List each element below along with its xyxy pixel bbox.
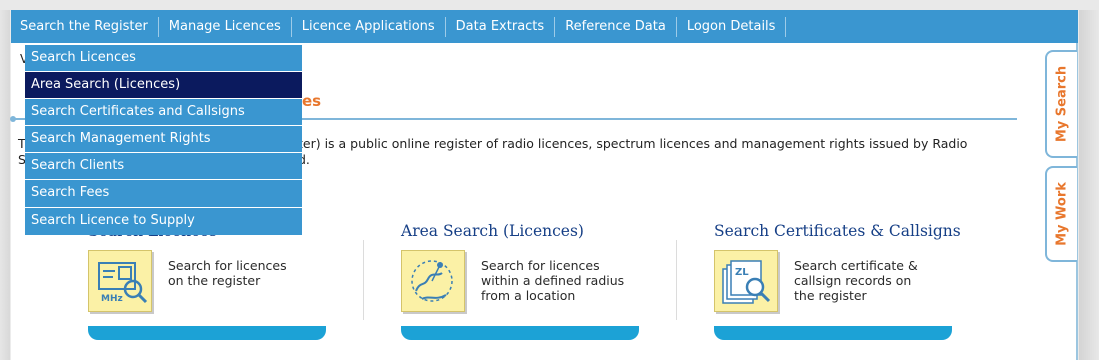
card-title[interactable]: Area Search (Licences) <box>401 222 584 240</box>
page-title-fragment: es <box>302 92 322 110</box>
svg-text:MHz: MHz <box>101 294 123 304</box>
side-tab-my-search[interactable]: My Search <box>1045 50 1077 158</box>
menu-item-search-licence-to-supply[interactable]: Search Licence to Supply <box>25 208 302 235</box>
menu-item-search-fees[interactable]: Search Fees <box>25 180 302 208</box>
intro-line1-text: ter) is a public online register of radi… <box>298 136 968 151</box>
menu-item-search-clients[interactable]: Search Clients <box>25 153 302 181</box>
menu-item-search-licences[interactable]: Search Licences <box>25 45 302 73</box>
top-strip <box>0 0 1099 10</box>
card-description: Search for licences on the register <box>168 258 287 288</box>
menu-item-search-certificates-callsigns[interactable]: Search Certificates and Callsigns <box>25 99 302 127</box>
search-register-dropdown: Search Licences Area Search (Licences) S… <box>25 45 302 235</box>
nav-licence-applications[interactable]: Licence Applications <box>292 16 446 37</box>
nav-data-extracts[interactable]: Data Extracts <box>446 16 556 37</box>
certificate-search-icon: ZL <box>714 250 778 312</box>
card-description: Search certificate & callsign records on… <box>794 258 918 303</box>
card-divider <box>676 240 677 320</box>
nav-logon-details[interactable]: Logon Details <box>677 16 787 37</box>
menu-item-area-search[interactable]: Area Search (Licences) <box>25 72 302 100</box>
side-tab-label: My Work <box>1054 182 1070 246</box>
map-radius-icon <box>401 250 465 312</box>
card-area-search[interactable]: Area Search (Licences) Search for licenc… <box>401 215 651 345</box>
licence-search-icon: MHz <box>88 250 152 312</box>
card-divider <box>363 240 364 320</box>
menu-item-search-management-rights[interactable]: Search Management Rights <box>25 126 302 154</box>
card-go-button[interactable] <box>401 326 639 340</box>
side-tab-my-work[interactable]: My Work <box>1045 166 1077 262</box>
card-description: Search for licences within a defined rad… <box>481 258 625 303</box>
nav-reference-data[interactable]: Reference Data <box>555 16 677 37</box>
nav-search-the-register[interactable]: Search the Register <box>17 16 159 37</box>
nav-manage-licences[interactable]: Manage Licences <box>159 16 292 37</box>
card-go-button[interactable] <box>88 326 326 340</box>
side-tab-label: My Search <box>1054 65 1070 143</box>
card-go-button[interactable] <box>714 326 952 340</box>
main-nav-bar: Search the Register Manage Licences Lice… <box>11 10 1078 43</box>
card-certificates-callsigns[interactable]: Search Certificates & Callsigns ZL Searc… <box>714 215 964 345</box>
svg-text:ZL: ZL <box>735 267 749 278</box>
card-title[interactable]: Search Certificates & Callsigns <box>714 222 961 240</box>
